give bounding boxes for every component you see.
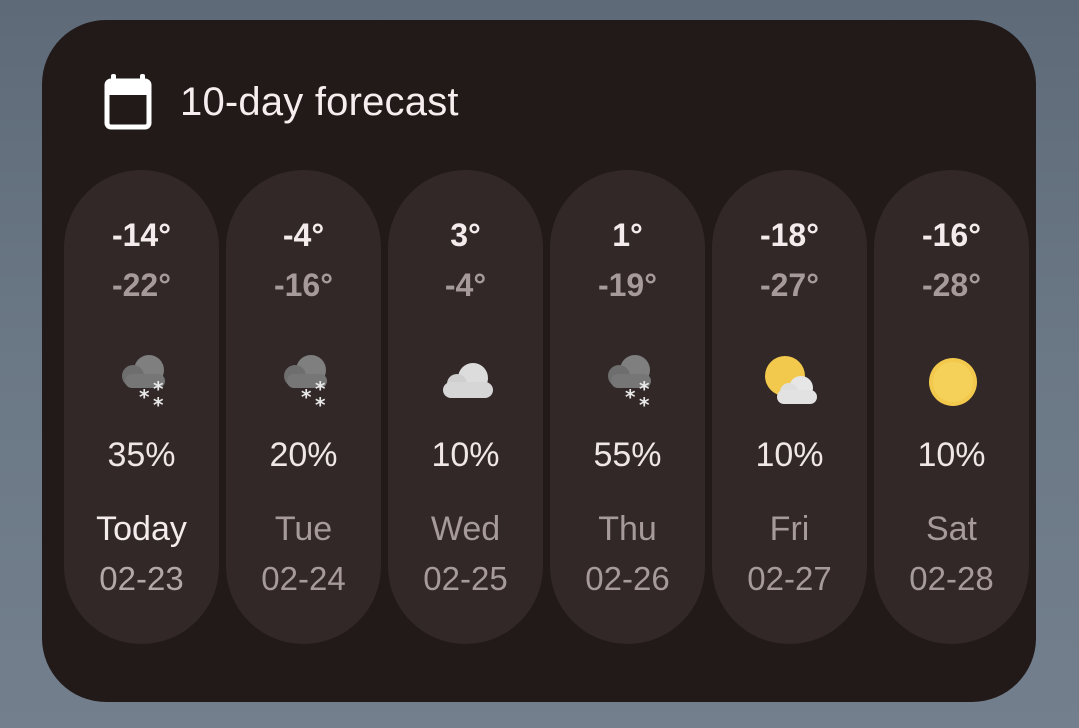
- svg-text:*: *: [315, 393, 326, 414]
- day-date: 02-26: [585, 560, 670, 597]
- precip-chance: 55%: [593, 436, 662, 474]
- high-temp: 3°: [450, 217, 481, 253]
- forecast-day-fri[interactable]: -18° -27° 10% Fri 02-27: [712, 170, 867, 644]
- low-temp: -16°: [273, 267, 334, 303]
- day-name: Sat: [925, 510, 978, 548]
- precip-chance: 10%: [917, 436, 986, 474]
- svg-text:*: *: [139, 385, 150, 409]
- svg-text:*: *: [625, 385, 636, 409]
- widget-header: 10-day forecast: [104, 74, 459, 130]
- sun-icon: [929, 358, 977, 406]
- partly-cloudy-icon: [765, 356, 817, 404]
- low-temp: -28°: [921, 267, 982, 303]
- precip-chance: 10%: [431, 436, 500, 474]
- day-date: 02-25: [423, 560, 508, 597]
- svg-text:*: *: [639, 393, 650, 414]
- low-temp: -27°: [759, 267, 820, 303]
- day-name: Wed: [430, 510, 501, 548]
- day-name: Thu: [598, 510, 657, 548]
- high-temp: -14°: [111, 217, 172, 253]
- widget-title: 10-day forecast: [180, 79, 459, 124]
- precip-chance: 10%: [755, 436, 824, 474]
- low-temp: -22°: [111, 267, 172, 303]
- day-name: Tue: [274, 510, 333, 548]
- low-temp: -4°: [444, 267, 487, 303]
- snow-cloud-icon: * * *: [284, 355, 327, 414]
- forecast-days: -14° -22° * * * 35% Today 02-23 -4° -16°…: [64, 170, 1029, 644]
- high-temp: -16°: [921, 217, 982, 253]
- forecast-day-today[interactable]: -14° -22° * * * 35% Today 02-23: [64, 170, 219, 644]
- calendar-icon: [104, 74, 152, 130]
- day-name: Today: [96, 510, 187, 548]
- day-name: Fri: [769, 510, 810, 548]
- snow-cloud-icon: * * *: [122, 355, 165, 414]
- high-temp: 1°: [612, 217, 643, 253]
- forecast-day-thu[interactable]: 1° -19° * * * 55% Thu 02-26: [550, 170, 705, 644]
- day-date: 02-27: [747, 560, 832, 597]
- forecast-widget[interactable]: 10-day forecast -14° -22° * * * 35% Toda…: [42, 20, 1036, 702]
- high-temp: -4°: [282, 217, 325, 253]
- day-date: 02-23: [99, 560, 184, 597]
- forecast-day-sat[interactable]: -16° -28° 10% Sat 02-28: [874, 170, 1029, 644]
- day-date: 02-28: [909, 560, 994, 597]
- precip-chance: 20%: [269, 436, 338, 474]
- cloud-icon: [443, 363, 493, 398]
- svg-text:*: *: [301, 385, 312, 409]
- svg-text:*: *: [153, 393, 164, 414]
- day-date: 02-24: [261, 560, 346, 597]
- precip-chance: 35%: [107, 436, 176, 474]
- snow-cloud-icon: * * *: [608, 355, 651, 414]
- low-temp: -19°: [597, 267, 658, 303]
- high-temp: -18°: [759, 217, 820, 253]
- forecast-day-wed[interactable]: 3° -4° 10% Wed 02-25: [388, 170, 543, 644]
- forecast-day-tue[interactable]: -4° -16° * * * 20% Tue 02-24: [226, 170, 381, 644]
